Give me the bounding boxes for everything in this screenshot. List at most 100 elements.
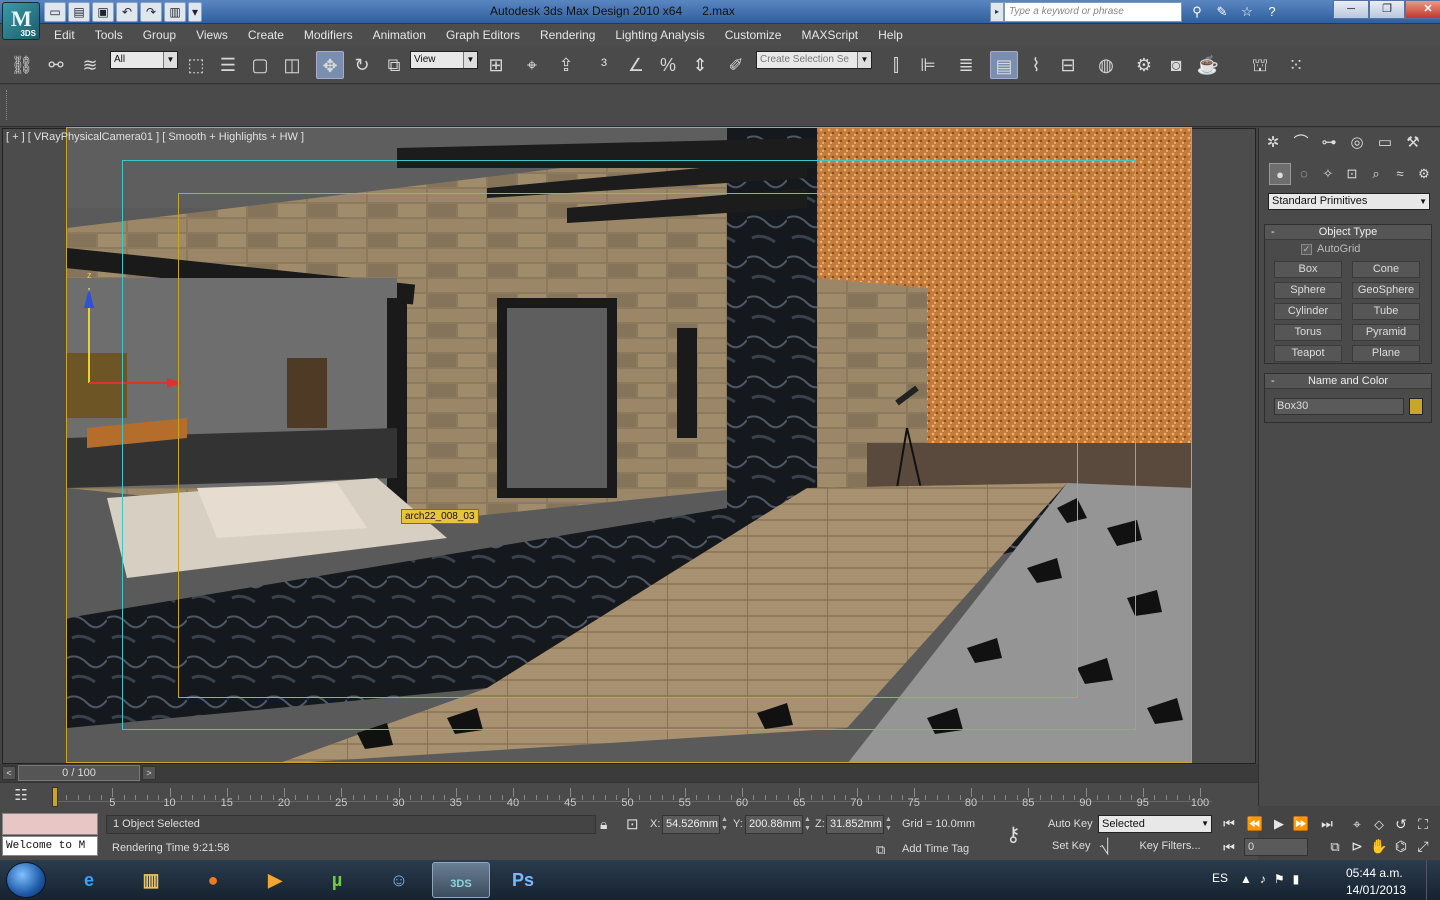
next-key-icon[interactable]: ⏩ bbox=[1290, 814, 1312, 834]
select-manipulate-icon[interactable]: ⌖ bbox=[518, 51, 546, 79]
maximize-button[interactable]: ❐ bbox=[1369, 0, 1405, 19]
link-icon[interactable]: ⛓ bbox=[8, 51, 36, 79]
key-tangent-icon[interactable]: ⎷ bbox=[1100, 838, 1110, 855]
time-slider-thumb[interactable]: 0 / 100 bbox=[18, 765, 140, 781]
selection-filter-dropdown[interactable]: All ▼ bbox=[110, 51, 178, 69]
schematic-view-icon[interactable]: ⊟ bbox=[1054, 51, 1082, 79]
menu-modifiers[interactable]: Modifiers bbox=[294, 24, 363, 46]
show-hidden-icons-icon[interactable]: ▲ bbox=[1240, 872, 1252, 886]
select-object-icon[interactable]: ⬚ bbox=[182, 51, 210, 79]
name-and-color-header[interactable]: - Name and Color bbox=[1265, 374, 1431, 389]
utorrent-icon[interactable]: µ bbox=[308, 862, 366, 898]
windows-explorer-icon[interactable]: ▥ bbox=[122, 862, 180, 898]
current-frame-marker[interactable] bbox=[52, 787, 58, 807]
orbit-icon[interactable]: ⌬ bbox=[1390, 836, 1412, 856]
menu-graph-editors[interactable]: Graph Editors bbox=[436, 24, 530, 46]
geosphere-button[interactable]: GeoSphere bbox=[1352, 282, 1420, 299]
search-input[interactable]: Type a keyword or phrase bbox=[1004, 2, 1182, 22]
cone-button[interactable]: Cone bbox=[1352, 261, 1420, 278]
volume-icon[interactable]: ♪ bbox=[1260, 872, 1266, 886]
photoshop-icon[interactable]: Ps bbox=[494, 862, 552, 898]
zoom-all-icon[interactable]: ⬦ bbox=[1368, 814, 1390, 834]
orbit-camera-icon[interactable]: ↺ bbox=[1390, 814, 1412, 834]
systems-icon[interactable]: ⚙ bbox=[1413, 163, 1435, 185]
key-mode-dropdown[interactable]: Selected ▼ bbox=[1098, 815, 1212, 833]
redo-icon[interactable]: ↷ bbox=[140, 2, 162, 22]
binoculars-icon[interactable]: ⚲ bbox=[1186, 2, 1208, 22]
viewport-label[interactable]: [ + ] [ VRayPhysicalCamera01 ] [ Smooth … bbox=[6, 131, 304, 143]
menu-help[interactable]: Help bbox=[868, 24, 913, 46]
menu-lighting-analysis[interactable]: Lighting Analysis bbox=[605, 24, 714, 46]
utilities-tab-icon[interactable]: ⚒ bbox=[1401, 131, 1425, 155]
collapse-icon[interactable]: - bbox=[1271, 374, 1275, 389]
application-menu-button[interactable]: M 3DS bbox=[2, 2, 40, 40]
default-in-out-tangent-icon[interactable]: ⚷ bbox=[1006, 822, 1021, 847]
network-icon[interactable]: ▮ bbox=[1293, 872, 1300, 886]
clock-time[interactable]: 05:44 a.m. bbox=[1346, 866, 1403, 880]
curve-editor-icon[interactable]: ⌇ bbox=[1022, 51, 1050, 79]
torus-button[interactable]: Torus bbox=[1274, 324, 1342, 341]
close-button[interactable]: ✕ bbox=[1405, 0, 1440, 19]
rectangle-selection-icon[interactable]: ▢ bbox=[246, 51, 274, 79]
3ds-max-taskbar-icon[interactable]: 3DS bbox=[432, 862, 490, 898]
messenger-icon[interactable]: ☺ bbox=[370, 862, 428, 898]
x-coordinate-field[interactable]: 54.526mm bbox=[662, 815, 720, 834]
next-frame-icon[interactable]: > bbox=[142, 766, 156, 780]
tube-button[interactable]: Tube bbox=[1352, 303, 1420, 320]
menu-create[interactable]: Create bbox=[238, 24, 294, 46]
firefox-icon[interactable]: ● bbox=[184, 862, 242, 898]
internet-explorer-icon[interactable]: e bbox=[60, 862, 118, 898]
render-production-icon[interactable]: ☕ bbox=[1194, 51, 1222, 79]
motion-tab-icon[interactable]: ◎ bbox=[1345, 131, 1369, 155]
language-indicator[interactable]: ES bbox=[1212, 871, 1228, 885]
maxscript-listener-output[interactable] bbox=[2, 813, 98, 835]
hierarchy-tab-icon[interactable]: ⊶ bbox=[1317, 131, 1341, 155]
spinner-snap-icon[interactable]: ⇕ bbox=[686, 51, 714, 79]
action-center-icon[interactable]: ⚑ bbox=[1274, 872, 1285, 886]
lights-icon[interactable]: ✧ bbox=[1317, 163, 1339, 185]
select-by-name-icon[interactable]: ☰ bbox=[214, 51, 242, 79]
z-spinner-icon[interactable]: ▲ ▼ bbox=[885, 815, 893, 834]
start-button[interactable] bbox=[6, 862, 46, 898]
auto-key-button[interactable]: Auto Key bbox=[1048, 818, 1093, 830]
object-type-header[interactable]: - Object Type bbox=[1265, 225, 1431, 240]
media-player-icon[interactable]: ▶ bbox=[246, 862, 304, 898]
space-warps-icon[interactable]: ≈ bbox=[1389, 163, 1411, 185]
helpers-icon[interactable]: ⌕ bbox=[1365, 163, 1387, 185]
dolly-camera-icon[interactable]: ⊳ bbox=[1346, 836, 1368, 856]
z-coordinate-field[interactable]: 31.852mm bbox=[826, 815, 884, 834]
menu-edit[interactable]: Edit bbox=[44, 24, 85, 46]
current-frame-field[interactable]: 0 bbox=[1244, 838, 1308, 856]
angle-snap-icon[interactable]: ∠ bbox=[622, 51, 650, 79]
project-folder-icon[interactable]: ▥ bbox=[164, 2, 186, 22]
lock-icon[interactable]: 🔒︎ bbox=[600, 816, 607, 833]
keyboard-shortcut-icon[interactable]: ⇪ bbox=[552, 51, 580, 79]
unlink-icon[interactable]: ⚯ bbox=[42, 51, 70, 79]
primitive-type-dropdown[interactable]: Standard Primitives ▼ bbox=[1268, 193, 1430, 210]
menu-group[interactable]: Group bbox=[133, 24, 186, 46]
absolute-mode-icon[interactable]: ⊡ bbox=[626, 815, 639, 833]
display-tab-icon[interactable]: ▭ bbox=[1373, 131, 1397, 155]
named-selection-dropdown[interactable]: Create Selection Se ▼ bbox=[756, 51, 872, 69]
go-to-end-icon[interactable]: ⏭ bbox=[1316, 814, 1338, 834]
object-color-swatch[interactable] bbox=[1409, 398, 1423, 415]
dropdown-arrow-icon[interactable]: ▾ bbox=[188, 2, 202, 22]
teapot-button[interactable]: Teapot bbox=[1274, 345, 1342, 362]
edit-named-selection-icon[interactable]: ✐ bbox=[722, 51, 750, 79]
minimize-button[interactable]: ─ bbox=[1333, 0, 1369, 19]
menu-rendering[interactable]: Rendering bbox=[530, 24, 605, 46]
box-button[interactable]: Box bbox=[1274, 261, 1342, 278]
set-key-button[interactable]: Set Key bbox=[1052, 840, 1091, 852]
open-icon[interactable]: ▤ bbox=[68, 2, 90, 22]
plane-button[interactable]: Plane bbox=[1352, 345, 1420, 362]
bind-spacewarp-icon[interactable]: ≋ bbox=[76, 51, 104, 79]
x-spinner-icon[interactable]: ▲ ▼ bbox=[721, 815, 729, 834]
move-icon[interactable]: ✥ bbox=[316, 51, 344, 79]
show-desktop-button[interactable] bbox=[1426, 860, 1440, 900]
undo-icon[interactable]: ↶ bbox=[116, 2, 138, 22]
sphere-button[interactable]: Sphere bbox=[1274, 282, 1342, 299]
scale-icon[interactable]: ⧉ bbox=[380, 51, 408, 79]
save-icon[interactable]: ▣ bbox=[92, 2, 114, 22]
play-icon[interactable]: ▶ bbox=[1268, 814, 1290, 834]
pan-view-icon[interactable]: ✋ bbox=[1368, 836, 1390, 856]
